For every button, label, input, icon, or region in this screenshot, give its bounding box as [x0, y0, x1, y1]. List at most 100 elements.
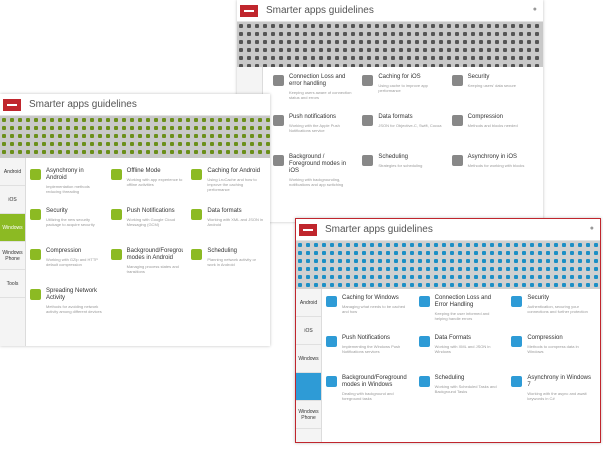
guideline-card[interactable]: Scheduling Strategies for scheduling [362, 150, 443, 190]
calendar-icon [362, 155, 374, 166]
card-title[interactable]: Security [46, 208, 103, 215]
card-description: Utilizing the new security package to ac… [46, 217, 95, 227]
sidebar-item[interactable]: Tools [0, 270, 25, 298]
sidebar-item[interactable] [237, 67, 262, 95]
card-title[interactable]: Offline Mode [127, 168, 184, 175]
cache-icon [191, 169, 203, 180]
card-title[interactable]: Scheduling [435, 375, 504, 382]
guideline-card[interactable]: Security Utilizing the new security packa… [30, 204, 103, 244]
card-title[interactable]: Push Notifications [127, 208, 184, 215]
card-title[interactable]: Connection Loss and Error Handling [435, 295, 504, 309]
guideline-card[interactable]: Data Formats Working with XML and JSON in… [418, 331, 504, 371]
guideline-card[interactable]: Security Keeping users' data secure [451, 70, 533, 110]
card-description: JSON for Objective-C, Swift, Cocoa [378, 123, 442, 128]
card-title[interactable]: Asynchrony in Android [46, 168, 103, 182]
guideline-card[interactable]: Scheduling Planning network activity or w… [191, 244, 264, 284]
guideline-grid: Caching for Windows Managing what needs t… [326, 291, 596, 411]
card-description: Working with backgrounding, notification… [289, 177, 344, 187]
guideline-card[interactable]: Caching for Windows Managing what needs t… [326, 291, 411, 331]
card-title[interactable]: Scheduling [378, 154, 422, 161]
guideline-card[interactable]: Background/Foreground modes in Android Ma… [110, 244, 184, 284]
compress-icon [451, 115, 463, 126]
hero-banner [296, 241, 600, 289]
guideline-card[interactable]: Compression Working with GZip and HTTP de… [30, 244, 103, 284]
card-title[interactable]: Background / Foreground modes in iOS [289, 154, 354, 175]
data-icon [191, 209, 203, 220]
guideline-grid: Connection Loss and error handling Keepin… [273, 70, 533, 190]
card-title[interactable]: Push notifications [289, 114, 354, 121]
card-title[interactable]: Scheduling [207, 248, 264, 255]
layers-icon [326, 376, 337, 387]
card-description: Methods for avoiding network activity am… [46, 304, 102, 314]
sidebar-item[interactable] [296, 373, 321, 401]
card-description: Working with XML and JSON in Android [207, 217, 264, 227]
card-title[interactable]: Compression [46, 248, 103, 255]
card-title[interactable]: Data formats [378, 114, 441, 121]
guideline-card[interactable]: Caching for Android Using LruCache and ho… [191, 164, 264, 204]
card-title[interactable]: Caching for Android [207, 168, 264, 175]
card-title[interactable]: Security [468, 74, 516, 81]
guideline-card[interactable]: Asynchrony in iOS Methods for working wit… [451, 150, 533, 190]
layers-icon [273, 155, 284, 166]
brand-logo[interactable] [3, 98, 21, 111]
sidebar-item[interactable]: Windows Phone [296, 401, 321, 429]
card-title[interactable]: Spreading Network Activity [46, 288, 103, 302]
card-title[interactable]: Push Notifications [342, 335, 411, 342]
guideline-card[interactable]: Background / Foreground modes in iOS Work… [273, 150, 354, 190]
guideline-card[interactable]: Scheduling Working with Scheduled Tasks a… [418, 371, 504, 411]
guideline-card[interactable]: Asynchrony in Windows 7 Working with the … [511, 371, 596, 411]
guideline-card[interactable]: Push Notifications Implementing the Windo… [326, 331, 411, 371]
data-icon [418, 336, 430, 347]
card-title[interactable]: Caching for iOS [378, 74, 443, 81]
offline-icon [110, 169, 122, 180]
bell-icon [273, 115, 284, 126]
sidebar-item[interactable]: Android [296, 289, 321, 317]
card-description: Working with XML and JSON in Windows [434, 344, 491, 354]
guideline-card[interactable]: Push notifications Working with the Apple… [273, 110, 354, 150]
guideline-card[interactable]: Connection Loss and Error Handling Keepin… [418, 291, 504, 331]
sidebar-item[interactable]: iOS [0, 186, 25, 214]
card-title[interactable]: Data formats [207, 208, 264, 215]
guideline-card[interactable]: Compression Methods to compress data in W… [511, 331, 596, 371]
bell-icon [110, 209, 122, 220]
search-icon[interactable]: ● [590, 225, 594, 232]
guideline-card[interactable]: Caching for iOS Using cache to improve ap… [362, 70, 443, 110]
card-title[interactable]: Caching for Windows [342, 295, 411, 302]
brand-logo[interactable] [299, 223, 317, 236]
warning-icon [273, 75, 284, 86]
async-icon [451, 155, 463, 166]
sidebar-item[interactable]: Windows [296, 345, 321, 373]
card-title[interactable]: Data Formats [435, 335, 504, 342]
card-title[interactable]: Asynchrony in Windows 7 [527, 375, 596, 389]
card-description: Working with Scheduled Tasks and Backgro… [434, 384, 497, 394]
card-title[interactable]: Security [527, 295, 596, 302]
card-title[interactable]: Background/Foreground modes in Windows [342, 375, 411, 389]
search-icon[interactable]: ● [533, 6, 537, 13]
bell-icon [326, 336, 337, 347]
sidebar-item[interactable]: iOS [296, 317, 321, 345]
layers-icon [110, 249, 122, 260]
card-title[interactable]: Compression [468, 114, 518, 121]
sidebar-item[interactable]: Windows [0, 214, 25, 242]
guideline-card[interactable]: Spreading Network Activity Methods for av… [30, 284, 103, 324]
guideline-card[interactable]: Data formats JSON for Objective-C, Swift,… [362, 110, 443, 150]
card-description: Keeping the user informed and helping ha… [434, 311, 490, 321]
sidebar-item[interactable]: Android [0, 158, 25, 186]
guideline-card[interactable]: Compression Methods and blocks needed [451, 110, 533, 150]
card-title[interactable]: Compression [527, 335, 596, 342]
card-description: Working with the async and await keyword… [527, 391, 587, 401]
page-title: Smarter apps guidelines [325, 224, 433, 235]
guideline-card[interactable]: Security Authentication, securing your co… [511, 291, 596, 331]
guideline-card[interactable]: Connection Loss and error handling Keepin… [273, 70, 354, 110]
guideline-card[interactable]: Offline Mode Working with app experience … [110, 164, 184, 204]
guideline-card[interactable]: Background/Foreground modes in Windows De… [326, 371, 411, 411]
brand-logo[interactable] [240, 4, 258, 17]
sidebar-item[interactable]: Windows Phone [0, 242, 25, 270]
footer [0, 336, 270, 346]
card-title[interactable]: Background/Foreground modes in Android [127, 248, 184, 262]
guideline-card[interactable]: Asynchrony in Android Implementation meth… [30, 164, 103, 204]
guideline-card[interactable]: Push Notifications Working with Google Cl… [110, 204, 184, 244]
card-title[interactable]: Connection Loss and error handling [289, 74, 354, 88]
card-title[interactable]: Asynchrony in iOS [468, 154, 525, 161]
guideline-card[interactable]: Data formats Working with XML and JSON in… [191, 204, 264, 244]
